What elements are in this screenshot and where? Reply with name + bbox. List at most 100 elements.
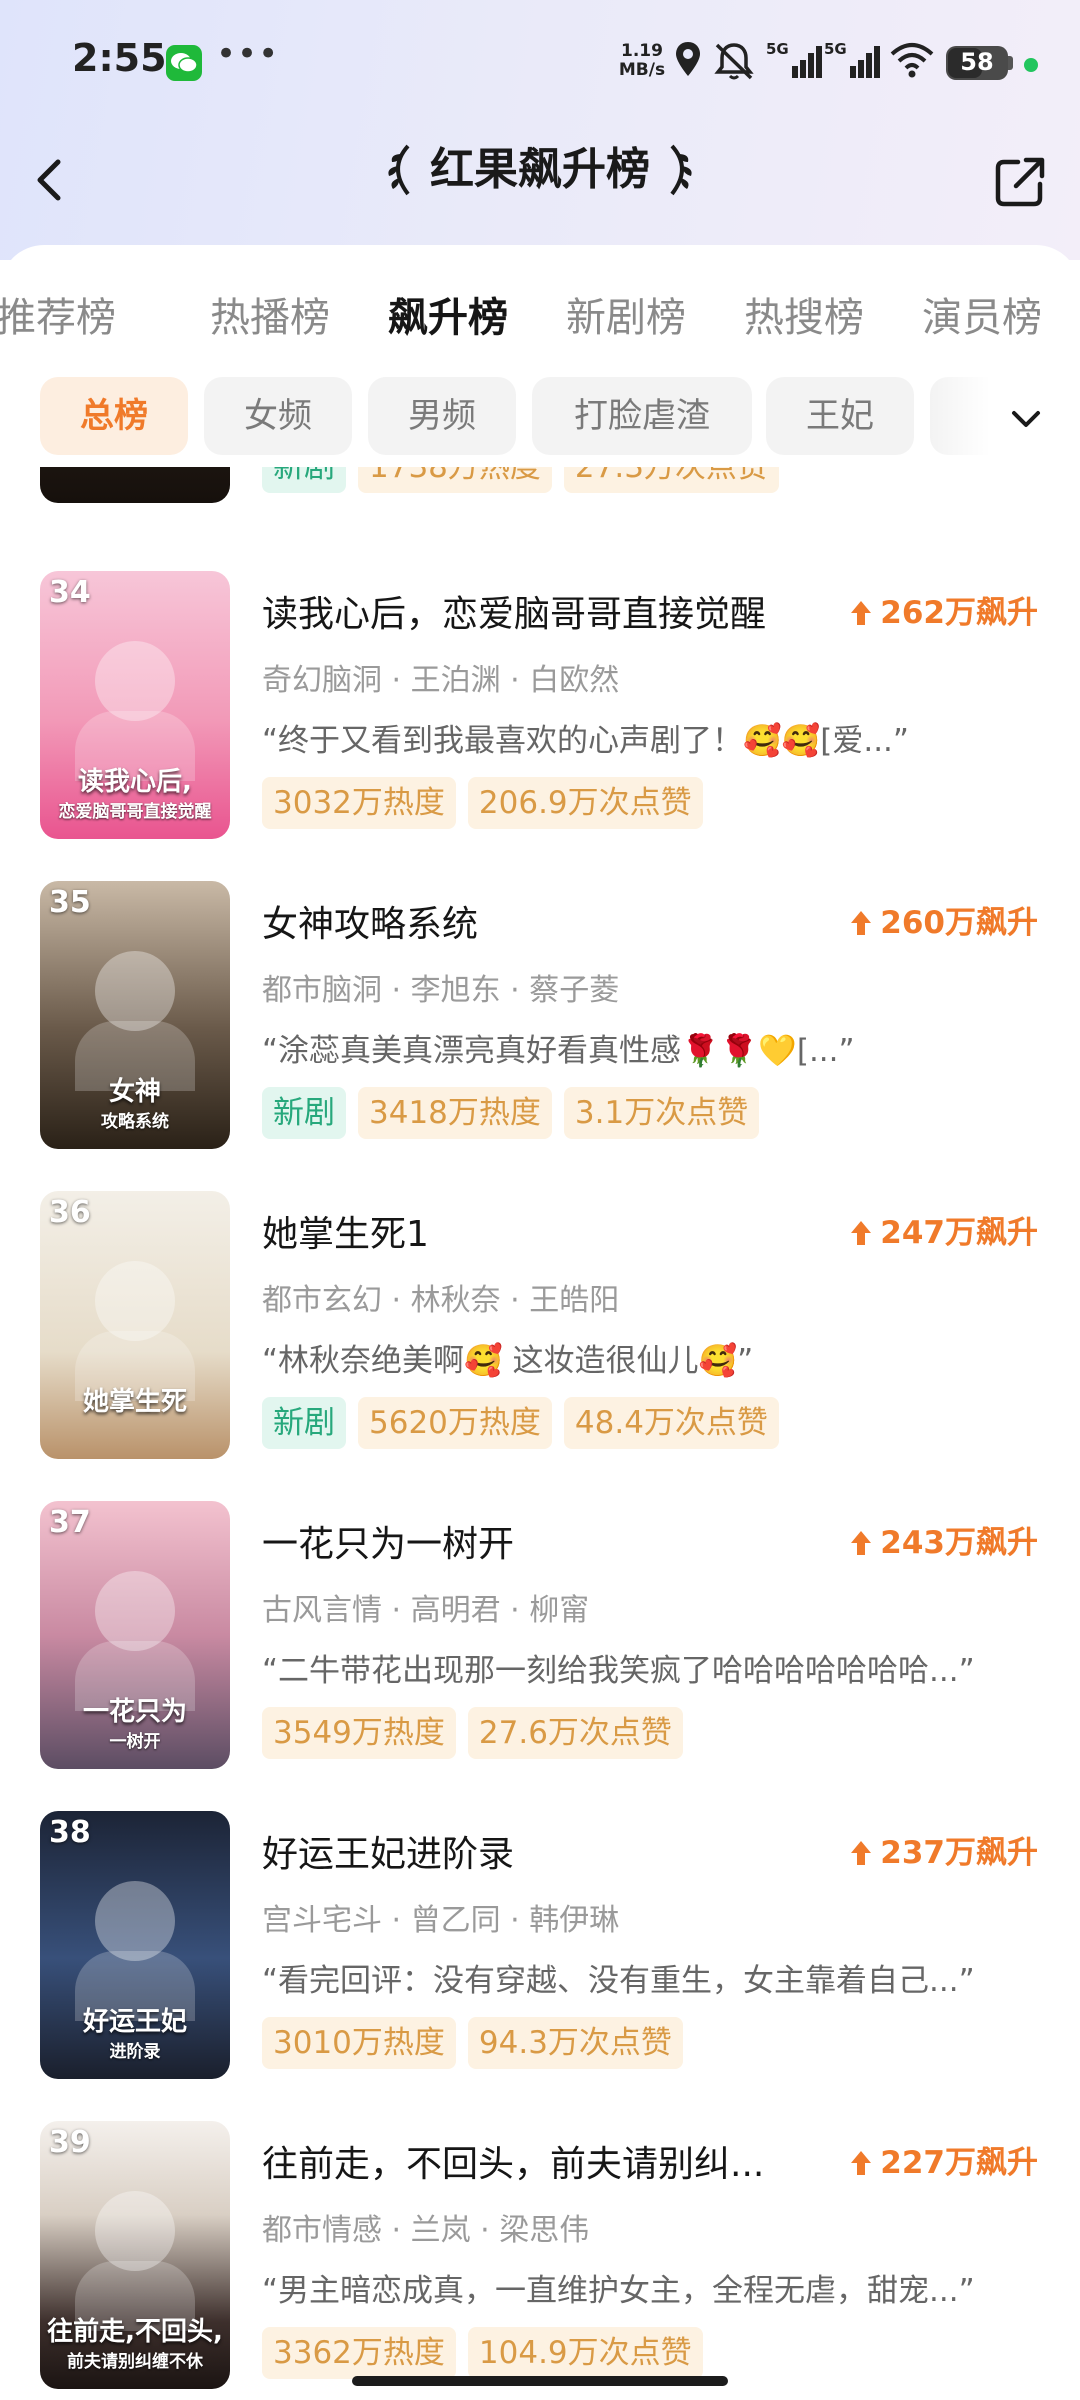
poster-title-art: 读我心后, <box>78 767 192 797</box>
poster-figure <box>95 2191 175 2271</box>
genre-cast: 奇幻脑洞 · 王泊渊 · 白欧然 <box>262 663 620 698</box>
arrow-up-icon <box>851 1531 872 1555</box>
chevron-down-icon[interactable] <box>1006 399 1046 439</box>
likes-tag: 104.9万次点赞 <box>467 2327 703 2379</box>
list-item[interactable]: 她掌生死 36 她掌生死1 247万飙升 都市玄幻 · 林秋奈 · 王皓阳 “林秋奈绝美啊… <box>0 1191 1080 1481</box>
battery-icon: 58 <box>946 46 1008 80</box>
network-speed-unit: MB/s <box>618 60 666 80</box>
chip-face-slapping[interactable]: 打脸虐渣 <box>532 377 752 455</box>
privacy-indicator-dot <box>1024 58 1038 72</box>
tab-hot-play[interactable]: 热播榜 <box>210 285 330 343</box>
item-tags: 新剧 5620万热度 48.4万次点赞 <box>262 1397 791 1451</box>
poster-figure <box>95 951 175 1031</box>
likes-tag: 206.9万次点赞 <box>467 777 703 829</box>
poster-subtitle-art: 攻略系统 <box>101 1112 169 1132</box>
heat-tag: 3362万热度 <box>262 2327 456 2379</box>
rise-text: 262万飙升 <box>880 595 1038 631</box>
list-item[interactable]: 女神 攻略系统 35 女神攻略系统 260万飙升 都市脑洞 · 李旭东 · 蔡子菱 “涂蕊真… <box>0 881 1080 1171</box>
laurel-left-icon <box>388 144 410 196</box>
battery-level: 58 <box>960 48 994 76</box>
item-tags: 3362万热度 104.9万次点赞 <box>262 2327 715 2381</box>
likes-tag: 94.3万次点赞 <box>467 2017 683 2069</box>
page-title-text: 红果飙升榜 <box>430 144 650 195</box>
poster-image[interactable]: 好运王妃 进阶录 38 <box>40 1811 230 2079</box>
genre-cast: 宫斗宅斗 · 曾乙同 · 韩伊琳 <box>262 1903 620 1938</box>
chip-all[interactable]: 总榜 <box>40 377 188 455</box>
more-notifications-icon: ••• <box>216 34 280 74</box>
poster-title-art: 女神 <box>108 1077 161 1107</box>
rise-value: 262万飙升 <box>850 587 1038 632</box>
top-comment: “涂蕊真美真漂亮真好看真性感🌹🌹💛[...” <box>262 1033 855 1069</box>
poster-subtitle-art: 前夫请别纠缠不休 <box>67 2352 203 2372</box>
rise-text: 243万飙升 <box>880 1525 1038 1561</box>
location-icon <box>676 42 700 76</box>
poster-title-art: 往前走,不回头, <box>47 2317 223 2347</box>
drama-title[interactable]: 一花只为一树开 <box>262 1515 514 1567</box>
genre-cast: 都市情感 · 兰岚 · 梁思伟 <box>262 2213 590 2248</box>
chip-princess[interactable]: 王妃 <box>766 377 914 455</box>
poster-figure <box>95 1571 175 1651</box>
likes-tag: 48.4万次点赞 <box>563 1397 779 1449</box>
rank-number: 36 <box>49 1195 91 1230</box>
tab-actor[interactable]: 演员榜 <box>922 285 1042 343</box>
rank-number: 38 <box>49 1815 91 1850</box>
item-tags: 3032万热度 206.9万次点赞 <box>262 777 715 831</box>
chip-female[interactable]: 女频 <box>204 377 352 455</box>
top-comment: “二牛带花出现那一刻给我笑疯了哈哈哈哈哈哈哈...” <box>262 1653 975 1689</box>
chip-male[interactable]: 男频 <box>368 377 516 455</box>
rise-text: 260万飙升 <box>880 905 1038 941</box>
heat-tag: 3549万热度 <box>262 1707 456 1759</box>
share-icon[interactable] <box>992 152 1050 210</box>
item-tags: 新剧 1738万热度 27.3万次点赞 <box>262 467 791 495</box>
heat-tag: 1738万热度 <box>358 467 552 493</box>
tab-rising[interactable]: 飙升榜 <box>388 285 508 343</box>
rise-value: 260万飙升 <box>850 897 1038 942</box>
drama-title[interactable]: 读我心后，恋爱脑哥哥直接觉醒 <box>262 585 766 637</box>
rank-number: 34 <box>49 575 91 610</box>
list-item[interactable]: 好运王妃 进阶录 38 好运王妃进阶录 237万飙升 宫斗宅斗 · 曾乙同 · 韩伊琳 “看… <box>0 1811 1080 2101</box>
arrow-up-icon <box>851 1841 872 1865</box>
item-tags: 3010万热度 94.3万次点赞 <box>262 2017 695 2071</box>
category-chips: 总榜 女频 男频 打脸虐渣 王妃 <box>0 377 1080 457</box>
poster-title-art: 一花只为 <box>82 1697 187 1727</box>
top-comment: “林秋奈绝美啊🥰 这妆造很仙儿🥰” <box>262 1343 754 1379</box>
new-badge: 新剧 <box>262 1087 346 1139</box>
svg-text:5G: 5G <box>824 40 847 58</box>
rank-number: 37 <box>49 1505 91 1540</box>
wifi-icon <box>890 43 934 78</box>
poster-subtitle-art: 一树开 <box>109 1732 161 1752</box>
list-item[interactable]: 读我心后, 恋爱脑哥哥直接觉醒 34 读我心后，恋爱脑哥哥直接觉醒 262万飙升奇幻脑洞… <box>0 571 1080 861</box>
likes-tag: 3.1万次点赞 <box>563 1087 760 1139</box>
tab-recommended[interactable]: 推荐榜 <box>0 285 116 343</box>
network-speed-value: 1.19 <box>621 41 663 61</box>
poster-image[interactable]: 女神攻略系统 35 <box>40 881 230 1149</box>
list-item[interactable]: 往前走,不回头, 前夫请别纠缠不休 39 往前走，不回头，前夫请别纠... 227万飙升… <box>0 2121 1080 2400</box>
drama-title[interactable]: 好运王妃进阶录 <box>262 1825 514 1877</box>
poster-subtitle-art: 恋爱脑哥哥直接觉醒 <box>58 802 212 822</box>
arrow-up-icon <box>851 911 872 935</box>
gesture-navigation-bar[interactable] <box>352 2376 728 2386</box>
poster-image[interactable]: 一花只为一树开 37 <box>40 1501 230 1769</box>
rank-number: 35 <box>49 885 91 920</box>
list-item[interactable]: 一花只为 一树开 37 一花只为一树开 243万飙升 古风言情 · 高明君 · 柳甯 “二牛… <box>0 1501 1080 1791</box>
list-item[interactable]: 新剧 1738万热度 27.3万次点赞 <box>0 467 1080 525</box>
tab-hot-search[interactable]: 热搜榜 <box>744 285 864 343</box>
tab-new-drama[interactable]: 新剧榜 <box>566 285 686 343</box>
rank-number: 39 <box>49 2125 91 2160</box>
poster-image[interactable]: 往前走,不回头, 前夫请别纠缠不休 39 <box>40 2121 230 2389</box>
chips-fade <box>930 377 1080 457</box>
top-comment: “男主暗恋成真，一直维护女主，全程无虐，甜宠...” <box>262 2273 975 2309</box>
drama-title[interactable]: 女神攻略系统 <box>262 895 478 947</box>
laurel-right-icon <box>670 144 692 196</box>
rise-value: 243万飙升 <box>850 1517 1038 1562</box>
new-badge: 新剧 <box>262 467 346 493</box>
poster-image[interactable]: 读我心后, 恋爱脑哥哥直接觉醒 34 <box>40 571 230 839</box>
arrow-up-icon <box>851 601 872 625</box>
heat-tag: 3418万热度 <box>358 1087 552 1139</box>
drama-title[interactable]: 她掌生死1 <box>262 1205 429 1257</box>
drama-title[interactable]: 往前走，不回头，前夫请别纠... <box>262 2135 764 2187</box>
svg-text:5G: 5G <box>766 40 789 58</box>
genre-cast: 都市玄幻 · 林秋奈 · 王皓阳 <box>262 1283 620 1318</box>
heat-tag: 3010万热度 <box>262 2017 456 2069</box>
poster-image[interactable]: 她掌生死 36 <box>40 1191 230 1459</box>
